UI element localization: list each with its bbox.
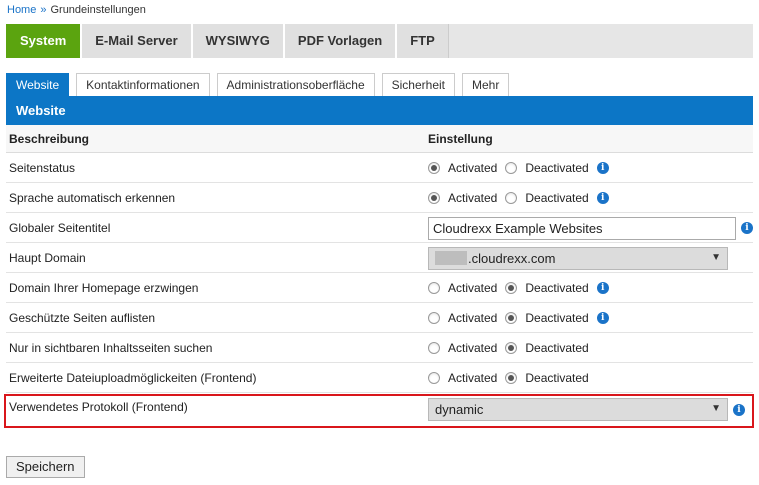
subtab-sicherheit[interactable]: Sicherheit [381, 73, 455, 96]
radio-activated[interactable] [428, 312, 440, 324]
radio-group-upload: Activated Deactivated [428, 363, 597, 393]
info-icon[interactable]: i [596, 282, 609, 294]
column-header-setting: Einstellung [428, 132, 493, 146]
main-domain-select[interactable]: .cloudrexx.com ▼ [428, 246, 728, 270]
radio-label-deactivated: Deactivated [525, 191, 589, 205]
chevron-down-icon: ▼ [711, 251, 721, 263]
tab-wysiwyg[interactable]: WYSIWYG [192, 24, 285, 58]
radio-activated[interactable] [428, 342, 440, 354]
setting-label: Sprache automatisch erkennen [9, 191, 176, 205]
info-icon[interactable]: i [733, 403, 745, 416]
chevron-down-icon: ▼ [711, 403, 721, 414]
radio-deactivated[interactable] [505, 192, 518, 204]
info-icon[interactable]: i [596, 162, 609, 174]
radio-activated[interactable] [428, 162, 440, 174]
table-row: Seitenstatus Activated Deactivated i [6, 153, 753, 183]
tab-ftp[interactable]: FTP [397, 24, 449, 58]
table-row: Verwendetes Protokoll (Frontend) dynamic… [6, 393, 753, 426]
setting-label: Haupt Domain [9, 251, 86, 265]
table-row: Geschützte Seiten auflisten Activated De… [6, 303, 753, 333]
radio-label-activated: Activated [448, 191, 498, 205]
title-setting: i [428, 213, 753, 243]
radio-label-activated: Activated [448, 161, 498, 175]
info-icon[interactable]: i [596, 192, 609, 204]
radio-label-activated: Activated [448, 371, 498, 385]
radio-label-activated: Activated [448, 311, 498, 325]
setting-label: Erweiterte Dateiuploadmöglickeiten (Fron… [9, 371, 257, 385]
info-icon[interactable]: i [596, 312, 609, 324]
breadcrumb: Home » Grundeinstellungen [7, 4, 146, 16]
radio-group-sprache: Activated Deactivated i [428, 183, 609, 213]
radio-activated[interactable] [428, 372, 440, 384]
radio-label-deactivated: Deactivated [525, 311, 589, 325]
radio-activated[interactable] [428, 282, 440, 294]
setting-label: Nur in sichtbaren Inhaltsseiten suchen [9, 341, 213, 355]
radio-label-deactivated: Deactivated [525, 161, 589, 175]
redacted-subdomain [435, 251, 467, 265]
domain-setting: .cloudrexx.com ▼ [428, 243, 728, 273]
setting-label: Seitenstatus [9, 161, 76, 175]
radio-label-deactivated: Deactivated [525, 281, 589, 295]
radio-label-activated: Activated [448, 281, 498, 295]
tab-pdf-vorlagen[interactable]: PDF Vorlagen [284, 24, 398, 58]
setting-label: Domain Ihrer Homepage erzwingen [9, 281, 199, 295]
table-row: Nur in sichtbaren Inhaltsseiten suchen A… [6, 333, 753, 363]
table-row: Globaler Seitentitel i [6, 213, 753, 243]
settings-table: Beschreibung Einstellung Seitenstatus Ac… [6, 125, 753, 426]
radio-group-visible-search: Activated Deactivated [428, 333, 597, 363]
radio-deactivated[interactable] [505, 162, 518, 174]
setting-label: Geschützte Seiten auflisten [9, 311, 156, 325]
radio-deactivated[interactable] [505, 312, 518, 324]
breadcrumb-home-link[interactable]: Home [7, 4, 36, 16]
main-domain-value: .cloudrexx.com [468, 250, 556, 266]
protocol-select[interactable]: dynamic ▼ [428, 398, 728, 421]
radio-activated[interactable] [428, 192, 440, 204]
radio-group-force-domain: Activated Deactivated i [428, 273, 609, 303]
tab-system[interactable]: System [6, 24, 83, 58]
radio-deactivated[interactable] [505, 372, 518, 384]
save-button[interactable]: Speichern [6, 456, 85, 478]
tab-email-server[interactable]: E-Mail Server [82, 24, 193, 58]
radio-group-protected-pages: Activated Deactivated i [428, 303, 609, 333]
table-header-row: Beschreibung Einstellung [6, 125, 753, 153]
column-header-description: Beschreibung [9, 132, 90, 146]
radio-deactivated[interactable] [505, 282, 518, 294]
sub-tab-bar: Website Kontaktinformationen Administrat… [6, 73, 516, 96]
setting-label: Verwendetes Protokoll (Frontend) [9, 400, 188, 414]
radio-label-activated: Activated [448, 341, 498, 355]
subtab-administrationsoberflaeche[interactable]: Administrationsoberfläche [216, 73, 375, 96]
protocol-setting: dynamic ▼ i [428, 393, 745, 426]
setting-label: Globaler Seitentitel [9, 221, 111, 235]
site-title-input[interactable] [428, 216, 736, 240]
radio-label-deactivated: Deactivated [525, 341, 589, 355]
info-icon[interactable]: i [741, 222, 753, 234]
radio-group-seitenstatus: Activated Deactivated i [428, 153, 609, 183]
table-row: Domain Ihrer Homepage erzwingen Activate… [6, 273, 753, 303]
subtab-mehr[interactable]: Mehr [462, 73, 510, 96]
table-row: Haupt Domain .cloudrexx.com ▼ [6, 243, 753, 273]
radio-label-deactivated: Deactivated [525, 371, 589, 385]
breadcrumb-separator: » [40, 4, 47, 16]
main-tab-bar: System E-Mail Server WYSIWYG PDF Vorlage… [6, 24, 753, 58]
subtab-kontaktinformationen[interactable]: Kontaktinformationen [76, 73, 210, 96]
protocol-value: dynamic [435, 402, 484, 417]
subtab-website[interactable]: Website [6, 73, 70, 96]
section-title: Website [6, 96, 753, 125]
radio-deactivated[interactable] [505, 342, 518, 354]
breadcrumb-current: Grundeinstellungen [50, 4, 146, 16]
table-row: Sprache automatisch erkennen Activated D… [6, 183, 753, 213]
table-row: Erweiterte Dateiuploadmöglickeiten (Fron… [6, 363, 753, 393]
